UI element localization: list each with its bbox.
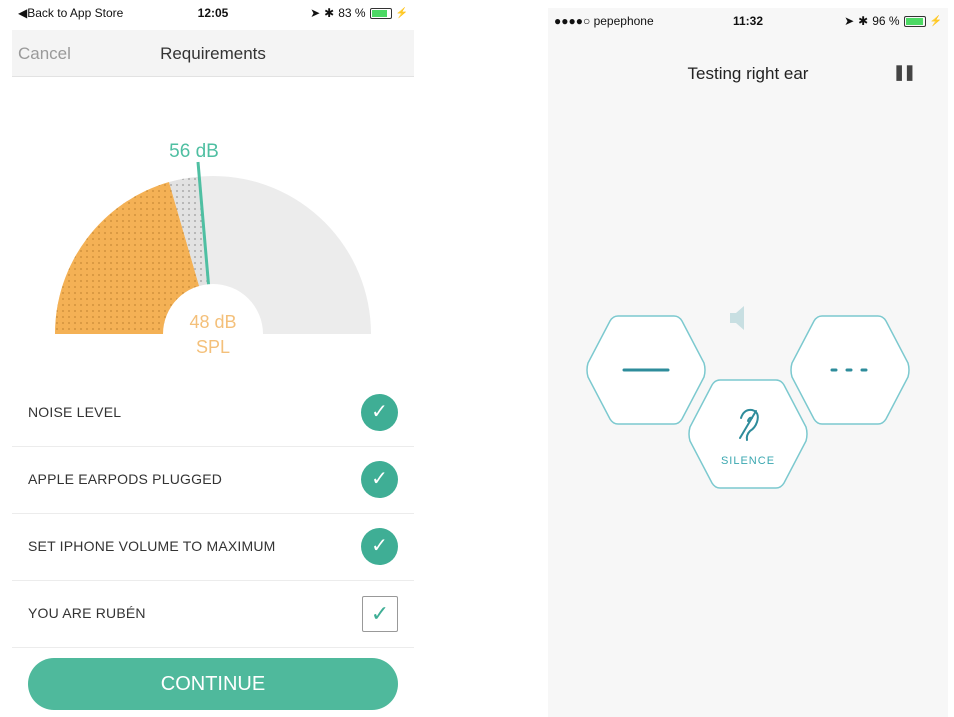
requirements-screen: ◀Back to App Store 12:05 ➤ ✱ 83 % ⚡ Canc… [12,0,414,717]
list-item: SET IPHONE VOLUME TO MAXIMUM ✓ [12,514,414,581]
center-unit-label: SPL [196,337,230,357]
list-item: APPLE EARPODS PLUGGED ✓ [12,447,414,514]
requirement-label: YOU ARE RUBÉN [28,605,146,621]
center-value-label: 48 dB [189,312,236,332]
check-icon: ✓ [361,394,398,431]
check-icon: ✓ [361,461,398,498]
status-right: ➤ ✱ 83 % ⚡ [310,6,408,20]
noise-gauge: 56 dB 48 dB SPL [54,141,371,380]
bluetooth-icon: ✱ [324,6,335,20]
pause-icon[interactable]: ❚❚ [893,63,916,81]
nav-bar: Cancel Requirements [12,30,414,77]
status-right: ➤ ✱ 96 % ⚡ [844,14,942,28]
speaker-icon [730,306,744,330]
charging-icon: ⚡ [929,15,942,27]
page-title: Testing right ear [687,64,809,83]
requirement-label: SET IPHONE VOLUME TO MAXIMUM [28,538,276,554]
hearing-test-screen: ●●●●○ pepephone 11:32 ➤ ✱ 96 % ⚡ Testing… [548,8,948,717]
charging-icon: ⚡ [395,7,408,19]
gauge-center [163,284,263,380]
battery-icon [369,7,392,19]
requirement-label: NOISE LEVEL [28,404,122,420]
requirements-list: NOISE LEVEL ✓ APPLE EARPODS PLUGGED ✓ SE… [12,380,414,648]
silence-button[interactable]: SILENCE [686,378,810,490]
battery-percent: 83 % [338,6,366,20]
status-bar: ●●●●○ pepephone 11:32 ➤ ✱ 96 % ⚡ [548,8,948,34]
bluetooth-icon: ✱ [858,14,869,28]
requirement-label: APPLE EARPODS PLUGGED [28,471,223,487]
identity-checkbox[interactable]: ✓ [362,596,398,632]
battery-percent: 96 % [872,14,900,28]
list-item: NOISE LEVEL ✓ [12,380,414,447]
page-title: Requirements [160,44,266,63]
list-item: YOU ARE RUBÉN ✓ [12,581,414,648]
battery-icon [903,15,926,27]
needle-value-label: 56 dB [169,141,219,162]
location-icon: ➤ [844,14,855,28]
status-bar: ◀Back to App Store 12:05 ➤ ✱ 83 % ⚡ [12,0,414,26]
check-icon: ✓ [361,528,398,565]
location-icon: ➤ [310,6,321,20]
continue-button[interactable]: CONTINUE [28,658,398,710]
silence-label: SILENCE [720,455,776,467]
